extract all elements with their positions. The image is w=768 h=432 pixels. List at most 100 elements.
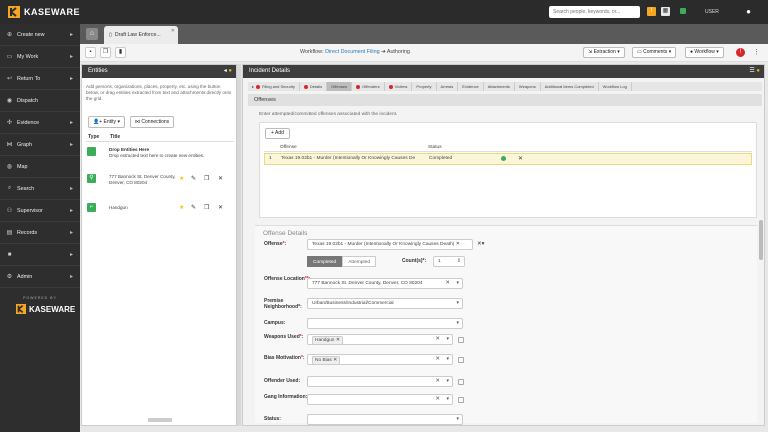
panel-controls[interactable]: ☰ ● bbox=[749, 65, 760, 78]
step-evidence[interactable]: Evidence bbox=[458, 82, 484, 91]
clear-icon[interactable]: ✕ bbox=[445, 279, 450, 288]
add-offense-button[interactable]: + Add bbox=[265, 128, 290, 139]
chevron-down-icon[interactable]: ▾ bbox=[446, 335, 449, 344]
step-weapons[interactable]: Weapons bbox=[515, 82, 541, 91]
workflow-link[interactable]: Direct Document Filing bbox=[325, 49, 380, 55]
kaseware-logo[interactable]: KASEWARE bbox=[8, 6, 80, 18]
sidebar-item-graph[interactable]: ⋈ Graph ▸ bbox=[0, 134, 80, 156]
chevron-down-icon[interactable]: ▾ bbox=[446, 395, 449, 404]
global-search-input[interactable] bbox=[549, 6, 640, 18]
step-arrests[interactable]: Arrests bbox=[437, 82, 459, 91]
clear-icon[interactable]: ✕ bbox=[456, 242, 460, 247]
home-tab-icon[interactable]: ⌂ bbox=[86, 28, 98, 40]
clear-icon[interactable]: ✕ bbox=[435, 395, 440, 404]
step-details[interactable]: Details bbox=[300, 82, 328, 91]
step-offenders[interactable]: Offenders bbox=[352, 82, 385, 91]
settings-checkbox-icon[interactable] bbox=[458, 379, 464, 385]
settings-checkbox-icon[interactable] bbox=[458, 397, 464, 403]
offense-location-select[interactable]: 777 Bannock St. Denver County, Denver, C… bbox=[307, 278, 463, 289]
count-input[interactable]: 1 ⇕ bbox=[433, 256, 465, 267]
panel-splitter[interactable] bbox=[237, 64, 241, 426]
delete-icon[interactable]: ▮ bbox=[115, 47, 126, 58]
more-icon[interactable]: ⋮ bbox=[752, 48, 761, 57]
settings-checkbox-icon[interactable] bbox=[458, 337, 464, 343]
sidebar-item-my-work[interactable]: ▭ My Work ▸ bbox=[0, 46, 80, 68]
copy-icon[interactable]: ❐ bbox=[204, 175, 209, 182]
sidebar-item-return-to[interactable]: ↩ Return To ▸ bbox=[0, 68, 80, 90]
copy-icon[interactable]: ❐ bbox=[204, 204, 209, 211]
step-additional-items[interactable]: Additional Items Completed bbox=[541, 82, 599, 91]
sidebar-item-box[interactable]: ■ ▸ bbox=[0, 244, 80, 266]
edit-icon[interactable]: ✎ bbox=[191, 175, 196, 182]
sidebar-item-dispatch[interactable]: ◉ Dispatch bbox=[0, 90, 80, 112]
offense-select[interactable]: Texas 19.02b1 - Murder (Intentionally Or… bbox=[307, 239, 473, 250]
user-name[interactable]: USER bbox=[705, 9, 719, 15]
status-icon[interactable] bbox=[680, 8, 686, 14]
panel-controls[interactable]: ◂ ● bbox=[224, 65, 232, 78]
info-icon[interactable]: ● bbox=[228, 68, 232, 74]
alert-icon[interactable]: ! bbox=[736, 48, 745, 57]
gang-select[interactable]: ✕ ▾ bbox=[307, 394, 453, 405]
edit-icon[interactable]: ✎ bbox=[191, 204, 196, 211]
connections-button[interactable]: ⋈ Connections bbox=[130, 116, 175, 128]
sidebar-item-evidence[interactable]: ✣ Evidence ▸ bbox=[0, 112, 80, 134]
sidebar-item-records[interactable]: ▤ Records ▸ bbox=[0, 222, 80, 244]
user-avatar-icon[interactable]: ● bbox=[744, 7, 753, 16]
status-select[interactable]: ▾ bbox=[307, 414, 463, 425]
completed-attempted-toggle[interactable]: Completed Attempted bbox=[307, 256, 377, 267]
step-offenses[interactable]: Offenses bbox=[327, 82, 353, 91]
collapse-icon[interactable]: ◂ bbox=[224, 68, 227, 74]
list-icon[interactable]: ☰ bbox=[749, 68, 754, 74]
extraction-button[interactable]: ⇲ Extraction ▾ bbox=[583, 47, 625, 58]
add-entity-button[interactable]: 👤+ Entity ▾ bbox=[88, 116, 125, 128]
completed-option[interactable]: Completed bbox=[307, 256, 343, 267]
clear-icon[interactable]: ✕ bbox=[435, 355, 440, 364]
sidebar-item-create-new[interactable]: ⊕ Create new ▸ bbox=[0, 24, 80, 46]
chevron-down-icon[interactable]: ▾ bbox=[446, 355, 449, 364]
weapons-select[interactable]: Handgun ✕ ✕ ▾ bbox=[307, 334, 453, 345]
chevron-down-icon[interactable]: ▾ bbox=[446, 377, 449, 386]
campus-select[interactable]: ▾ bbox=[307, 318, 463, 329]
chevron-down-icon[interactable]: ▾ bbox=[456, 279, 459, 288]
table-row[interactable]: 777 Bannock St. Denver County, Denver, C… bbox=[109, 174, 179, 186]
chevron-down-icon[interactable]: ▾ bbox=[456, 319, 459, 328]
sidebar-item-supervisor[interactable]: ⚇ Supervisor ▸ bbox=[0, 200, 80, 222]
drop-zone[interactable]: Drop Entities Here Drop extracted text h… bbox=[109, 147, 229, 159]
workflow-button[interactable]: ● Workflow ▾ bbox=[685, 47, 724, 58]
horizontal-scrollbar[interactable] bbox=[148, 418, 172, 422]
sidebar-item-admin[interactable]: ⚙ Admin ▸ bbox=[0, 266, 80, 288]
vertical-scrollbar[interactable] bbox=[759, 220, 763, 260]
step-property[interactable]: Property bbox=[412, 82, 437, 91]
attempted-option[interactable]: Attempted bbox=[342, 256, 377, 267]
stepper-icon[interactable]: ⇕ bbox=[457, 257, 461, 266]
sidebar-item-map[interactable]: ◍ Map bbox=[0, 156, 80, 178]
sidebar-item-search[interactable]: ⌕ Search ▸ bbox=[0, 178, 80, 200]
save-icon[interactable]: ▪ bbox=[85, 47, 96, 58]
remove-icon[interactable]: ✕ bbox=[518, 154, 523, 164]
table-row[interactable]: Handgun bbox=[109, 205, 169, 211]
step-attachments[interactable]: Attachments bbox=[484, 82, 515, 91]
premise-select[interactable]: Urban/Business/Industrial/Commercial ▾ bbox=[307, 298, 463, 309]
step-workflow-log[interactable]: Workflow Log bbox=[599, 82, 632, 91]
table-row[interactable]: 1 Texas 19.02b1 - Murder (Intentionally … bbox=[264, 153, 752, 165]
bias-select[interactable]: No Bias ✕ ✕ ▾ bbox=[307, 354, 453, 365]
chevron-down-icon[interactable]: ▾ bbox=[456, 299, 459, 308]
star-icon[interactable]: ★ bbox=[179, 204, 184, 211]
star-icon[interactable]: ★ bbox=[179, 175, 184, 182]
offender-used-select[interactable]: ✕ ▾ bbox=[307, 376, 453, 387]
chevron-down-icon[interactable]: ▾ bbox=[456, 415, 459, 424]
clear-icon[interactable]: ✕ bbox=[435, 335, 440, 344]
info-icon[interactable]: ● bbox=[756, 68, 760, 74]
close-tab-icon[interactable]: ✕ bbox=[171, 28, 175, 34]
offense-clear-icon[interactable]: ✕▾ bbox=[477, 241, 484, 247]
step-filing-and-security[interactable]: ▸ Filing and Security bbox=[248, 82, 300, 91]
comments-button[interactable]: ▭ Comments ▾ bbox=[632, 47, 677, 58]
tab-draft-law-enforcement[interactable]: ▯ Draft Law Enforce... ✕ bbox=[104, 26, 178, 44]
calendar-icon[interactable]: ▦ bbox=[661, 7, 670, 16]
notification-icon[interactable]: ! bbox=[647, 7, 656, 16]
remove-icon[interactable]: ✕ bbox=[218, 204, 223, 211]
settings-checkbox-icon[interactable] bbox=[458, 357, 464, 363]
step-victims[interactable]: Victims bbox=[385, 82, 413, 91]
clear-icon[interactable]: ✕ bbox=[435, 377, 440, 386]
remove-icon[interactable]: ✕ bbox=[218, 175, 223, 182]
